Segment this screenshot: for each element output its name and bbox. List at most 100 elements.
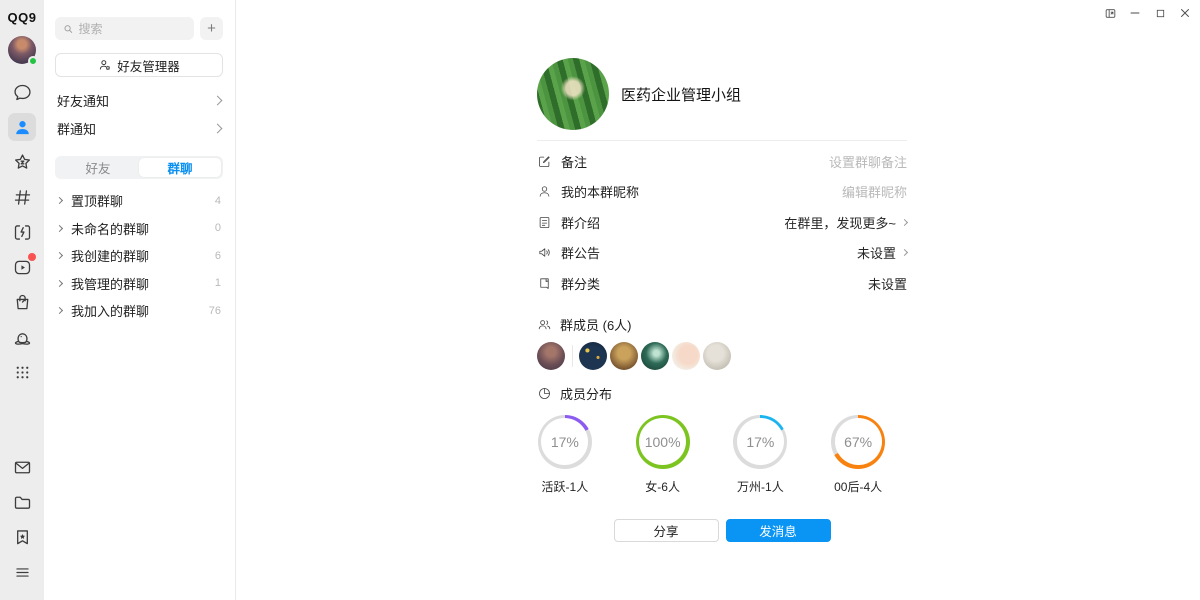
donut-region: 17% 万州-1人 [712, 415, 810, 495]
group-notifications-label: 群通知 [57, 119, 96, 138]
mini-window-button[interactable] [1103, 6, 1117, 20]
rail-item-contacts[interactable] [8, 113, 36, 141]
members-icon [537, 317, 552, 332]
group-category-joined[interactable]: 我加入的群聊 76 [55, 297, 223, 325]
tab-friends[interactable]: 好友 [57, 158, 139, 177]
donut-age: 67% 00后-4人 [809, 415, 907, 495]
person-outline-icon [537, 184, 552, 199]
field-label: 群介绍 [561, 213, 600, 232]
rail-item-penguin[interactable] [8, 323, 36, 351]
rail-item-folder[interactable] [8, 488, 36, 516]
window-controls [1103, 6, 1192, 20]
shop-bag-icon [12, 292, 33, 313]
donut-ring: 100% [636, 415, 690, 469]
rail-item-qzone[interactable] [8, 148, 36, 176]
rail-item-shop[interactable] [8, 288, 36, 316]
category-label: 置顶群聊 [71, 191, 123, 210]
field-row-nickname[interactable]: 我的本群昵称 编辑群昵称 [537, 177, 907, 208]
group-name: 医药企业管理小组 [621, 84, 741, 105]
member-avatars [537, 342, 907, 370]
group-category-unnamed[interactable]: 未命名的群聊 0 [55, 215, 223, 243]
friend-manager-button[interactable]: 好友管理器 [55, 53, 223, 77]
field-label: 我的本群昵称 [561, 182, 639, 201]
distribution-label: 成员分布 [560, 384, 612, 403]
group-category-managed[interactable]: 我管理的群聊 1 [55, 270, 223, 298]
rail-item-channels[interactable] [8, 183, 36, 211]
group-category-pinned[interactable]: 置顶群聊 4 [55, 187, 223, 215]
apps-grid-icon [13, 363, 32, 382]
member-avatar[interactable] [537, 342, 565, 370]
share-button[interactable]: 分享 [614, 519, 719, 542]
game-center-icon [12, 222, 33, 243]
divider [537, 140, 907, 141]
expand-chevron-icon [56, 225, 63, 232]
donut-active: 17% 活跃-1人 [516, 415, 614, 495]
rail-item-more-apps[interactable] [8, 358, 36, 386]
category-tag-icon [537, 276, 552, 291]
qq-logo: QQ9 [8, 10, 37, 25]
member-avatar[interactable] [610, 342, 638, 370]
donut-gender: 100% 女-6人 [614, 415, 712, 495]
field-row-category[interactable]: 群分类 未设置 [537, 268, 907, 299]
field-value: 设置群聊备注 [829, 152, 907, 171]
group-avatar[interactable] [537, 58, 609, 130]
field-row-remark[interactable]: 备注 设置群聊备注 [537, 146, 907, 177]
add-button[interactable]: + [200, 17, 223, 40]
chevron-right-icon [213, 95, 223, 105]
field-label: 备注 [561, 152, 587, 171]
send-message-button[interactable]: 发消息 [726, 519, 831, 542]
rail-item-messages[interactable] [8, 78, 36, 106]
donut-label: 活跃-1人 [542, 478, 589, 495]
category-count: 4 [215, 195, 221, 207]
minimize-button[interactable] [1128, 6, 1142, 20]
maximize-button[interactable] [1153, 6, 1167, 20]
donut-ring: 17% [538, 415, 592, 469]
member-avatar[interactable] [579, 342, 607, 370]
category-label: 我管理的群聊 [71, 274, 149, 293]
group-category-created[interactable]: 我创建的群聊 6 [55, 242, 223, 270]
member-avatar[interactable] [703, 342, 731, 370]
rail-item-favorites[interactable] [8, 523, 36, 551]
search-box[interactable] [55, 17, 194, 40]
close-button[interactable] [1178, 6, 1192, 20]
category-count: 1 [215, 277, 221, 289]
penguin-doodle-icon [12, 327, 33, 348]
friend-notifications-row[interactable]: 好友通知 [55, 86, 223, 114]
contacts-person-icon [12, 117, 33, 138]
group-notifications-row[interactable]: 群通知 [55, 114, 223, 142]
mail-icon [12, 457, 33, 478]
expand-chevron-icon [56, 307, 63, 314]
category-label: 我创建的群聊 [71, 246, 149, 265]
mini-window-icon [1104, 7, 1117, 20]
donut-label: 万州-1人 [737, 478, 784, 495]
rail-item-mail[interactable] [8, 453, 36, 481]
donut-percent: 17% [737, 418, 784, 465]
rail-item-game-center[interactable] [8, 218, 36, 246]
field-row-announcement[interactable]: 群公告 未设置 [537, 238, 907, 269]
chevron-right-icon [901, 219, 908, 226]
friend-notifications-label: 好友通知 [57, 91, 109, 110]
bookmark-star-icon [12, 527, 33, 548]
maximize-icon [1155, 8, 1166, 19]
rail-item-mini-video[interactable] [8, 253, 36, 281]
pie-chart-icon [537, 386, 552, 401]
folder-icon [12, 492, 33, 513]
member-avatar[interactable] [672, 342, 700, 370]
search-icon [63, 23, 73, 35]
expand-chevron-icon [56, 252, 63, 259]
friend-manager-label: 好友管理器 [117, 56, 180, 75]
user-avatar[interactable] [8, 36, 36, 64]
search-input[interactable] [78, 22, 186, 36]
category-count: 0 [215, 222, 221, 234]
member-avatar[interactable] [641, 342, 669, 370]
donut-percent: 100% [639, 418, 686, 465]
field-label: 群公告 [561, 243, 600, 262]
tab-groups[interactable]: 群聊 [139, 158, 221, 177]
person-gear-icon [98, 58, 112, 72]
field-value: 编辑群昵称 [842, 182, 907, 201]
field-row-intro[interactable]: 群介绍 在群里，发现更多~ [537, 207, 907, 238]
qzone-star-icon [12, 152, 33, 173]
category-count: 76 [209, 305, 221, 317]
rail-item-menu[interactable] [8, 558, 36, 586]
edit-note-icon [537, 154, 552, 169]
